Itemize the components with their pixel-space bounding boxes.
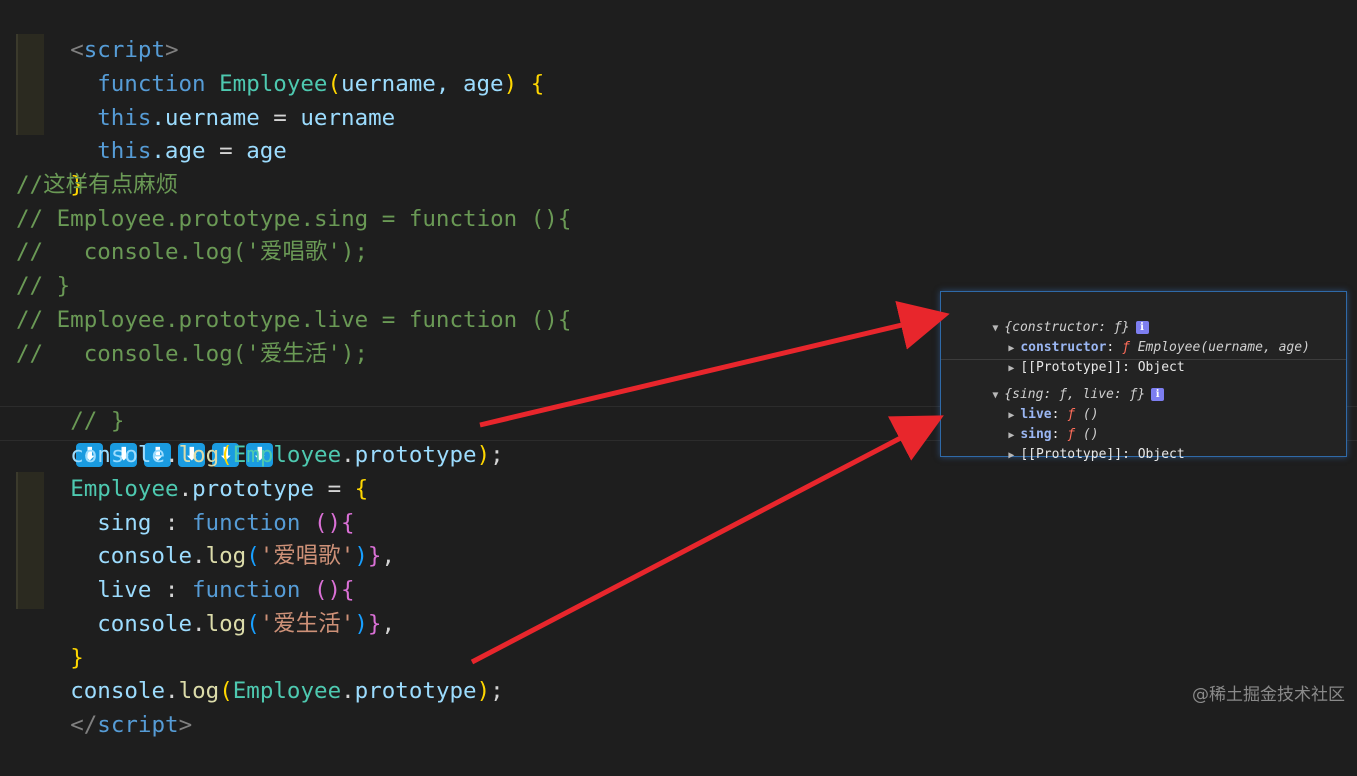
console-object-summary[interactable]: ▼ {sing: ƒ, live: ƒ} i: [961, 365, 1165, 402]
property-key: [[Prototype]]: [1020, 447, 1123, 462]
brace: }: [367, 542, 382, 569]
watermark: @稀土掘金技术社区: [1192, 685, 1345, 705]
code-line[interactable]: console.log(Employee.prototype);: [16, 641, 504, 704]
paren: (: [246, 610, 260, 637]
info-icon[interactable]: i: [1151, 388, 1165, 401]
comment-line[interactable]: // }: [16, 270, 70, 304]
console-property-row[interactable]: ▶ sing: ƒ (): [977, 405, 1098, 442]
string: '爱生活': [259, 610, 355, 637]
code-line[interactable]: console.log('爱生活')},: [43, 574, 395, 637]
console-property-row[interactable]: ▶ constructor: ƒ Employee(uername, age): [977, 318, 1310, 355]
console-property-row[interactable]: ▶ [[Prototype]]: Object: [977, 425, 1184, 462]
method: log: [205, 610, 247, 637]
console-property-row[interactable]: ▶ [[Prototype]]: Object: [977, 338, 1184, 375]
property-value: Object: [1137, 447, 1185, 462]
code-line[interactable]: Employee.prototype = {: [16, 439, 368, 502]
brace: }: [367, 610, 382, 637]
comment-line[interactable]: // Employee.prototype.live = function ()…: [16, 304, 571, 338]
comment-line[interactable]: // Employee.prototype.sing = function ()…: [16, 203, 571, 237]
tag-name: script: [97, 711, 179, 738]
class-name: Employee: [232, 677, 342, 704]
code-line[interactable]: function Employee(uername, age) {: [43, 34, 544, 97]
console-property-row[interactable]: ▶ live: ƒ (): [977, 385, 1098, 422]
value: uername: [300, 104, 396, 131]
comment-line[interactable]: // console.log('爱生活');: [16, 338, 368, 372]
property: prototype: [354, 677, 477, 704]
paren: ): [354, 542, 368, 569]
semicolon: ;: [490, 441, 504, 468]
comment-line[interactable]: //这样有点麻烦: [16, 169, 178, 203]
brace: {: [354, 475, 369, 502]
code-line[interactable]: console.log(Employee.prototype);: [16, 405, 504, 468]
paren: ): [476, 677, 491, 704]
property: prototype: [354, 441, 477, 468]
comment-line[interactable]: // } ⬇ ⬇ ⬇ ⬇ ⬇ ⬇: [16, 371, 274, 467]
separator: :: [1122, 447, 1138, 462]
code-line[interactable]: console.log('爱唱歌')},: [43, 506, 395, 569]
code-line[interactable]: }: [16, 135, 84, 198]
tag-bracket: </: [70, 711, 98, 738]
code-line[interactable]: this.uername = uername: [43, 68, 395, 131]
value: age: [246, 137, 287, 164]
paren: ): [503, 70, 518, 97]
property: .age: [151, 137, 206, 164]
console-output-panel: ▼ {constructor: ƒ} i ▶ constructor: ƒ Emplo…: [940, 291, 1347, 462]
comment-line[interactable]: // console.log('爱唱歌');: [16, 236, 368, 270]
comma: ,: [381, 542, 395, 569]
code-line[interactable]: this.age = age: [43, 101, 287, 164]
dot: .: [341, 677, 355, 704]
paren: (: [219, 677, 233, 704]
tag-bracket: >: [178, 711, 193, 738]
code-line[interactable]: <script>: [16, 0, 178, 63]
paren: ): [476, 441, 491, 468]
code-line[interactable]: </script>: [16, 675, 192, 738]
dot: .: [192, 610, 206, 637]
comma: ,: [381, 610, 395, 637]
paren: ): [354, 610, 368, 637]
code-line[interactable]: live : function (){: [43, 540, 354, 603]
semicolon: ;: [490, 677, 504, 704]
keyword: this: [97, 137, 152, 164]
object: console: [97, 610, 193, 637]
code-line[interactable]: sing : function (){: [43, 473, 354, 536]
code-line[interactable]: }: [16, 608, 84, 671]
console-object-summary[interactable]: ▼ {constructor: ƒ} i: [961, 298, 1149, 335]
divider: [941, 359, 1346, 360]
brace: {: [530, 70, 545, 97]
operator: =: [205, 137, 247, 164]
collapse-triangle-icon[interactable]: ▶: [1008, 446, 1020, 466]
